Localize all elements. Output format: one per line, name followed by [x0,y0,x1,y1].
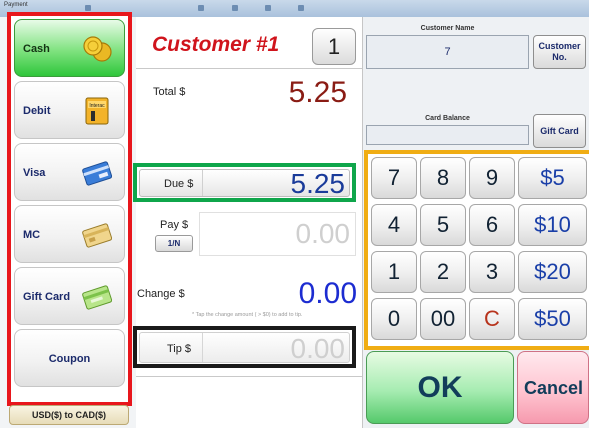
payment-gift-card-label: Gift Card [23,291,71,303]
tip-label: Tip $ [167,343,192,355]
key-4[interactable]: 4 [371,204,417,246]
divider [202,170,203,196]
currency-toggle-button[interactable]: USD($) to CAD($) [9,405,129,425]
payment-coupon-button[interactable]: Coupon [14,329,125,387]
pay-value: 0.00 [295,218,351,249]
change-hint: * Tap the change amount ( > $0) to add t… [192,312,303,318]
titlebar-decoration [265,5,271,11]
payment-cash-button[interactable]: Cash [14,19,125,77]
payment-visa-button[interactable]: Visa [14,143,125,201]
key-3[interactable]: 3 [469,251,515,293]
payment-mc-button[interactable]: MC [14,205,125,263]
titlebar-decoration [85,5,91,11]
key-8[interactable]: 8 [420,157,466,199]
due-value: 5.25 [290,168,346,199]
payment-mc-label: MC [23,229,41,241]
customer-title: Customer #1 [152,33,280,56]
gift-card-button[interactable]: Gift Card [533,114,586,148]
key-20-dollars[interactable]: $20 [518,251,587,293]
interac-logo-text: Interac [89,103,105,109]
tip-field[interactable]: Tip $ 0.00 [139,332,350,364]
key-50-dollars[interactable]: $50 [518,298,587,340]
key-00[interactable]: 00 [420,298,466,340]
card-balance-field [366,125,529,145]
total-label: Total $ [153,86,186,98]
key-5-dollars[interactable]: $5 [518,157,587,199]
coins-icon [83,36,112,62]
payment-cash-label: Cash [23,43,50,55]
customer-name-label: Customer Name [420,25,475,32]
keypad: 7 8 9 $5 4 5 6 $10 1 2 3 $20 0 00 C $50 [364,150,589,350]
change-label: Change $ [137,288,185,300]
key-9[interactable]: 9 [469,157,515,199]
key-7[interactable]: 7 [371,157,417,199]
cancel-button[interactable]: Cancel [517,351,589,424]
payment-debit-button[interactable]: Debit Interac [14,81,125,139]
card-balance-label: Card Balance [425,115,470,122]
ok-button[interactable]: OK [366,351,514,424]
key-6[interactable]: 6 [469,204,515,246]
key-2[interactable]: 2 [420,251,466,293]
key-5[interactable]: 5 [420,204,466,246]
due-field[interactable]: Due $ 5.25 [139,168,350,199]
change-value[interactable]: 0.00 [299,277,357,311]
pay-amount-field[interactable]: 0.00 [199,212,356,256]
due-label: Due $ [164,178,194,190]
key-0[interactable]: 0 [371,298,417,340]
due-highlight: Due $ 5.25 [133,163,356,202]
key-1[interactable]: 1 [371,251,417,293]
divider [136,376,362,377]
payment-coupon-label: Coupon [48,353,91,365]
tip-highlight: Tip $ 0.00 [133,326,356,368]
payment-gift-card-button[interactable]: Gift Card [14,267,125,325]
tip-value: 0.00 [290,333,346,364]
interac-card-icon: Interac [85,97,109,125]
window-title: Payment [4,2,28,8]
customer-number-button[interactable]: 1 [312,28,356,65]
mastercard-icon [82,223,112,248]
key-10-dollars[interactable]: $10 [518,204,587,246]
customer-no-button[interactable]: Customer No. [533,35,586,69]
customer-name-field[interactable]: 7 [366,35,529,69]
total-value: 5.25 [288,76,347,109]
divider [202,333,203,362]
titlebar-decoration [232,5,238,11]
split-pay-toggle[interactable]: 1/N [155,235,193,252]
titlebar-decoration [298,5,304,11]
divider [136,68,362,69]
key-clear[interactable]: C [469,298,515,340]
titlebar-decoration [198,5,204,11]
payment-debit-label: Debit [23,105,51,117]
gift-card-icon [82,285,112,310]
payment-visa-label: Visa [23,167,46,179]
pay-label: Pay $ [160,219,189,231]
payment-method-panel: Cash Debit Interac Visa MC Gift Card Cou… [7,12,132,406]
visa-card-icon [82,161,112,186]
